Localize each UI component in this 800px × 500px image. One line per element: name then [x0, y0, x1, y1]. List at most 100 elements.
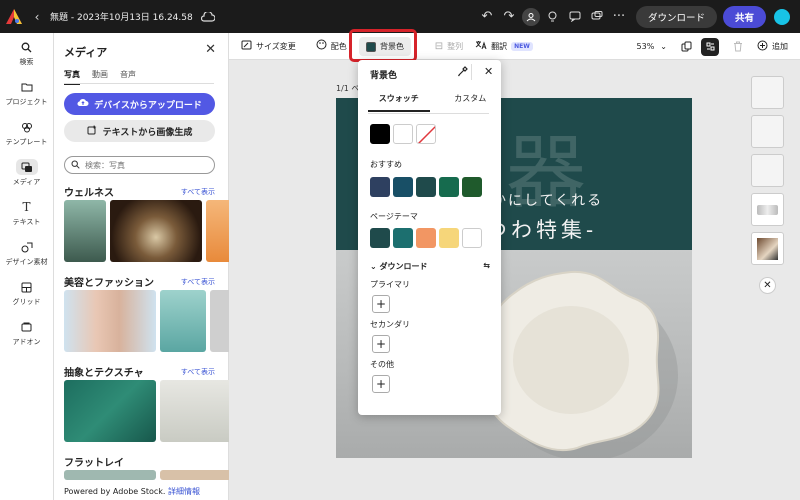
undo-icon[interactable]: ↶ — [476, 6, 498, 28]
photo-thumbnail[interactable] — [160, 470, 229, 480]
flatlay-thumbnails — [64, 470, 229, 480]
see-all-link[interactable]: すべて表示 — [181, 367, 215, 377]
text-to-image-button[interactable]: テキストから画像生成 — [64, 120, 215, 142]
photo-thumbnail[interactable] — [210, 290, 229, 352]
download-section-header[interactable]: ⌄ ダウンロード ⇆ — [370, 261, 490, 272]
swatch[interactable] — [462, 228, 482, 248]
align-button[interactable]: ⊟ 整列 — [435, 41, 463, 52]
page-thumbnail[interactable] — [751, 232, 784, 265]
search-placeholder: 検索：写真 — [85, 160, 125, 170]
redo-icon[interactable]: ↷ — [498, 6, 520, 28]
zoom-level[interactable]: 53% — [637, 42, 655, 51]
rail-item-text[interactable]: T テキスト — [0, 193, 53, 233]
invite-user-icon[interactable] — [520, 6, 542, 28]
swatch-none[interactable] — [416, 124, 436, 144]
search-input[interactable]: 検索：写真 — [64, 156, 215, 174]
text-icon: T — [22, 200, 31, 214]
page-thumbnail[interactable] — [751, 154, 784, 187]
new-badge: NEW — [511, 41, 533, 51]
color-scheme-button[interactable]: 配色 — [316, 39, 347, 53]
rail-item-projects[interactable]: プロジェクト — [0, 73, 53, 113]
add-other-button[interactable]: + — [372, 375, 390, 393]
photo-thumbnail[interactable] — [160, 380, 229, 442]
rail-item-grid[interactable]: グリッド — [0, 273, 53, 313]
abstract-thumbnails — [64, 380, 229, 442]
photo-thumbnail[interactable] — [206, 200, 229, 262]
photo-thumbnail[interactable] — [64, 380, 156, 442]
add-secondary-button[interactable]: + — [372, 335, 390, 353]
download-section-label: ダウンロード — [379, 262, 428, 271]
rail-item-templates[interactable]: テンプレート — [0, 113, 53, 153]
rail-item-addons[interactable]: アドオン — [0, 313, 53, 353]
download-button[interactable]: ダウンロード — [635, 5, 717, 28]
layers-icon[interactable] — [701, 37, 719, 56]
photo-thumbnail[interactable] — [64, 470, 156, 480]
swatch[interactable] — [393, 177, 413, 197]
swatch[interactable] — [393, 228, 413, 248]
addon-icon — [16, 319, 38, 335]
rail-label: テキスト — [12, 218, 41, 226]
swatch[interactable] — [370, 177, 390, 197]
adobe-express-logo-icon[interactable] — [0, 0, 28, 33]
swap-icon[interactable]: ⇆ — [483, 261, 490, 272]
rail-item-design-assets[interactable]: デザイン素材 — [0, 233, 53, 273]
tab-custom[interactable]: カスタム — [440, 93, 502, 112]
swatch-white[interactable] — [393, 124, 413, 144]
swatch[interactable] — [462, 177, 482, 197]
page-number: 1/1 ペ — [336, 84, 360, 93]
generate-image-icon — [87, 124, 98, 138]
swatch[interactable] — [439, 177, 459, 197]
eyedropper-icon[interactable] — [457, 66, 468, 80]
page-thumbnail[interactable] — [751, 115, 784, 148]
rail-item-media[interactable]: メディア — [0, 153, 53, 193]
learn-more-link[interactable]: 詳細情報 — [168, 487, 200, 496]
resize-button[interactable]: サイズ変更 — [241, 40, 296, 53]
close-icon[interactable]: ✕ — [484, 65, 493, 78]
more-icon[interactable]: ··· — [608, 6, 630, 28]
copy-page-icon[interactable] — [677, 38, 695, 56]
chat-icon[interactable] — [586, 6, 608, 28]
tab-divider — [64, 83, 214, 84]
add-page-button[interactable]: 追加 — [757, 40, 788, 54]
trash-icon[interactable] — [729, 38, 747, 56]
add-label: 追加 — [772, 42, 788, 51]
popover-title: 背景色 — [370, 71, 398, 81]
swatch[interactable] — [439, 228, 459, 248]
folder-icon — [16, 79, 38, 95]
shapes-icon — [16, 239, 38, 255]
plus-circle-icon — [757, 40, 768, 54]
photo-thumbnail[interactable] — [64, 290, 156, 352]
section-title: フラットレイ — [64, 458, 124, 469]
back-icon[interactable]: ‹ — [28, 10, 46, 24]
other-label: その他 — [370, 360, 394, 369]
see-all-link[interactable]: すべて表示 — [181, 277, 215, 287]
swatch[interactable] — [370, 228, 390, 248]
photo-thumbnail[interactable] — [110, 200, 202, 262]
document-title[interactable]: 無題 - 2023年10月13日 16.24.58 — [50, 10, 193, 23]
account-avatar[interactable] — [774, 8, 790, 25]
photo-thumbnail[interactable] — [64, 200, 106, 262]
close-icon[interactable]: ✕ — [205, 42, 216, 57]
see-all-link[interactable]: すべて表示 — [181, 187, 215, 197]
swatch-black[interactable] — [370, 124, 390, 144]
canvas-heading-line2[interactable]: つわ特集- — [486, 214, 597, 244]
share-button[interactable]: 共有 — [722, 5, 766, 28]
recommended-label: おすすめ — [370, 160, 402, 169]
chevron-down-icon[interactable]: ⌄ — [660, 42, 667, 51]
swatch[interactable] — [416, 228, 436, 248]
translate-icon — [475, 40, 487, 53]
add-primary-button[interactable]: + — [372, 295, 390, 313]
chevron-down-icon: ⌄ — [370, 262, 380, 271]
page-thumbnail[interactable] — [751, 76, 784, 109]
rail-item-search[interactable]: 検索 — [0, 33, 53, 73]
close-icon[interactable]: ✕ — [759, 277, 776, 294]
page-thumbnail[interactable] — [751, 193, 784, 226]
photo-thumbnail[interactable] — [160, 290, 206, 352]
swatch[interactable] — [416, 177, 436, 197]
credit-text: Powered by Adobe Stock. — [64, 487, 166, 496]
upload-from-device-button[interactable]: デバイスからアップロード — [64, 93, 215, 115]
tab-swatches[interactable]: スウォッチ — [368, 93, 430, 112]
comment-icon[interactable] — [564, 6, 586, 28]
lightbulb-icon[interactable] — [542, 6, 564, 28]
translate-button[interactable]: 翻訳 NEW — [475, 40, 533, 53]
